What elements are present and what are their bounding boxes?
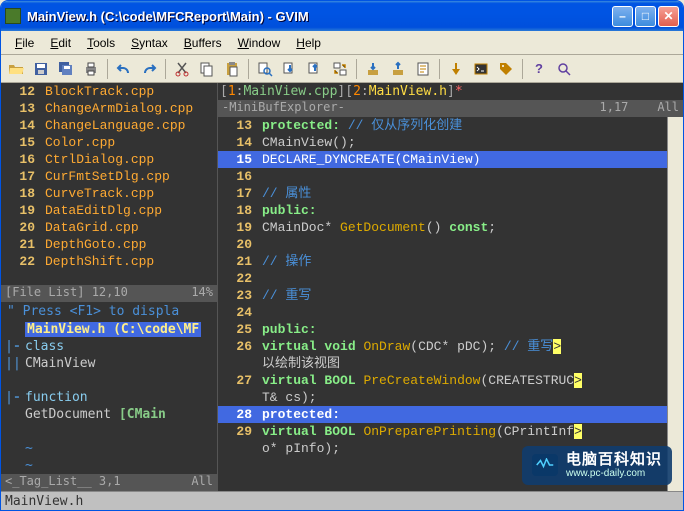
code-editor[interactable]: 13protected: // 仅从序列化创建14 CMainView();15… (218, 117, 667, 491)
menubar: File Edit Tools Syntax Buffers Window He… (1, 31, 683, 55)
file-list-status: [File List] 12,10 14% (1, 285, 217, 302)
menu-syntax[interactable]: Syntax (123, 34, 176, 52)
file-list-item[interactable]: 17CurFmtSetDlg.cpp (1, 168, 217, 185)
file-list-item[interactable]: 20DataGrid.cpp (1, 219, 217, 236)
left-pane: 12BlockTrack.cpp13ChangeArmDialog.cpp14C… (1, 83, 218, 491)
close-button[interactable]: ✕ (658, 6, 679, 27)
session-save-icon[interactable] (387, 58, 409, 80)
code-line[interactable]: 26 virtual void OnDraw(CDC* pDC); // 重写> (218, 338, 667, 355)
tag-list-status: <_Tag_List__ 3,1 All (1, 474, 217, 491)
buffer-tabs[interactable]: [1:MainView.cpp][2:MainView.h]* (218, 83, 683, 100)
tab-1[interactable]: [1:MainView.cpp] (220, 84, 345, 99)
code-line[interactable]: 24 (218, 304, 667, 321)
redo-icon[interactable] (138, 58, 160, 80)
status-bar: MainView.h (1, 491, 683, 510)
code-line[interactable]: 25public: (218, 321, 667, 338)
minimize-button[interactable]: – (612, 6, 633, 27)
code-line[interactable]: 29 virtual BOOL OnPreparePrinting(CPrint… (218, 423, 667, 440)
right-pane: [1:MainView.cpp][2:MainView.h]* -MiniBuf… (218, 83, 683, 491)
app-window: MainView.h (C:\code\MFCReport\Main) - GV… (0, 0, 684, 511)
tab-2[interactable]: [2:MainView.h]* (345, 84, 462, 99)
code-line[interactable]: 以绘制该视图 (218, 355, 667, 372)
code-line[interactable]: 13protected: // 仅从序列化创建 (218, 117, 667, 134)
file-list-item[interactable]: 21DepthGoto.cpp (1, 236, 217, 253)
help-icon[interactable]: ? (528, 58, 550, 80)
menu-edit[interactable]: Edit (42, 34, 79, 52)
code-line[interactable]: 27 virtual BOOL PreCreateWindow(CREATEST… (218, 372, 667, 389)
copy-icon[interactable] (196, 58, 218, 80)
cut-icon[interactable] (171, 58, 193, 80)
code-line[interactable]: 16 (218, 168, 667, 185)
find-icon[interactable] (254, 58, 276, 80)
saveall-icon[interactable] (55, 58, 77, 80)
file-list-item[interactable]: 19DataEditDlg.cpp (1, 202, 217, 219)
code-line[interactable]: 21// 操作 (218, 253, 667, 270)
code-line[interactable]: 19 CMainDoc* GetDocument() const; (218, 219, 667, 236)
watermark: 电脑百科知识 www.pc-daily.com (522, 446, 672, 486)
code-line[interactable]: 28protected: (218, 406, 667, 423)
menu-help[interactable]: Help (288, 34, 329, 52)
findnext-icon[interactable] (279, 58, 301, 80)
file-list-item[interactable]: 22DepthShift.cpp (1, 253, 217, 270)
open-icon[interactable] (5, 58, 27, 80)
code-line[interactable]: 23// 重写 (218, 287, 667, 304)
editor-area: 12BlockTrack.cpp13ChangeArmDialog.cpp14C… (1, 83, 683, 491)
file-list-item[interactable]: 16CtrlDialog.cpp (1, 151, 217, 168)
code-line[interactable]: 18public: (218, 202, 667, 219)
file-list-item[interactable]: 18CurveTrack.cpp (1, 185, 217, 202)
code-line[interactable]: 17// 属性 (218, 185, 667, 202)
toolbar: ? (1, 55, 683, 83)
app-icon (5, 8, 21, 24)
findprev-icon[interactable] (304, 58, 326, 80)
file-list[interactable]: 12BlockTrack.cpp13ChangeArmDialog.cpp14C… (1, 83, 217, 285)
minibuf-status: -MiniBufExplorer- 1,17 All (218, 100, 683, 117)
vertical-scrollbar[interactable] (667, 117, 683, 491)
code-line[interactable]: T& cs); (218, 389, 667, 406)
tags-icon[interactable] (495, 58, 517, 80)
undo-icon[interactable] (113, 58, 135, 80)
window-title: MainView.h (C:\code\MFCReport\Main) - GV… (27, 9, 612, 24)
menu-file[interactable]: File (7, 34, 42, 52)
paste-icon[interactable] (221, 58, 243, 80)
print-icon[interactable] (80, 58, 102, 80)
menu-buffers[interactable]: Buffers (176, 34, 230, 52)
file-list-item[interactable]: 15Color.cpp (1, 134, 217, 151)
file-list-item[interactable]: 12BlockTrack.cpp (1, 83, 217, 100)
titlebar[interactable]: MainView.h (C:\code\MFCReport\Main) - GV… (1, 1, 683, 31)
code-line[interactable]: 22 (218, 270, 667, 287)
session-load-icon[interactable] (362, 58, 384, 80)
watermark-logo-icon (532, 454, 558, 476)
file-list-item[interactable]: 14ChangeLanguage.cpp (1, 117, 217, 134)
code-line[interactable]: 15 DECLARE_DYNCREATE(CMainView) (218, 151, 667, 168)
tag-list[interactable]: MainView.h (C:\code\MF |- class || CMain… (1, 321, 217, 474)
file-list-item[interactable]: 13ChangeArmDialog.cpp (1, 100, 217, 117)
shell-icon[interactable] (470, 58, 492, 80)
code-line[interactable]: 20 (218, 236, 667, 253)
menu-tools[interactable]: Tools (79, 34, 123, 52)
code-line[interactable]: 14 CMainView(); (218, 134, 667, 151)
maximize-button[interactable]: □ (635, 6, 656, 27)
save-icon[interactable] (30, 58, 52, 80)
watermark-title: 电脑百科知识 (566, 452, 662, 469)
watermark-url: www.pc-daily.com (566, 468, 662, 479)
menu-window[interactable]: Window (230, 34, 289, 52)
replace-icon[interactable] (329, 58, 351, 80)
script-icon[interactable] (412, 58, 434, 80)
search-help-icon[interactable] (553, 58, 575, 80)
hint-text: " Press <F1> to displa (1, 302, 217, 321)
make-icon[interactable] (445, 58, 467, 80)
svg-text:?: ? (535, 61, 543, 76)
